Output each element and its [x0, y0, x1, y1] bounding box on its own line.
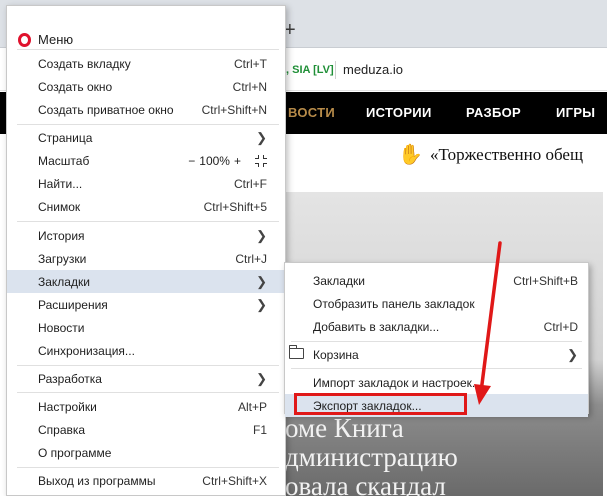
- submenu-item-trash[interactable]: Корзина ❯: [285, 343, 588, 366]
- annotation-highlight-box: [294, 393, 467, 415]
- chevron-right-icon: ❯: [256, 370, 267, 386]
- shortcut-label: Ctrl+Shift+N: [201, 102, 267, 117]
- menu-item-snapshot[interactable]: Снимок Ctrl+Shift+5: [7, 195, 285, 218]
- raised-hand-icon: ✋: [398, 144, 423, 166]
- zoom-controls: − 100% +: [188, 154, 267, 168]
- zoom-out-button[interactable]: −: [188, 154, 195, 168]
- submenu-item-import-bookmarks[interactable]: Импорт закладок и настроек...: [285, 371, 588, 394]
- menu-item-exit[interactable]: Выход из программы Ctrl+Shift+X: [7, 469, 285, 492]
- shortcut-label: Ctrl+T: [234, 56, 267, 71]
- chevron-right-icon: ❯: [256, 129, 267, 145]
- menu-item-about[interactable]: О программе: [7, 441, 285, 464]
- bookmarks-submenu: Закладки Ctrl+Shift+B Отобразить панель …: [284, 262, 589, 417]
- shortcut-label: Ctrl+J: [235, 251, 267, 266]
- menu-item-bookmarks[interactable]: Закладки ❯: [7, 270, 285, 293]
- submenu-item-show-bookmarks-bar[interactable]: Отобразить панель закладок: [285, 292, 588, 315]
- chevron-right-icon: ❯: [256, 273, 267, 289]
- hero-title-line: оме Книга: [285, 413, 404, 443]
- menu-item-help[interactable]: Справка F1: [7, 418, 285, 441]
- address-divider: [335, 61, 336, 79]
- zoom-in-button[interactable]: +: [234, 154, 241, 168]
- fullscreen-icon[interactable]: [255, 154, 267, 167]
- submenu-item-bookmarks[interactable]: Закладки Ctrl+Shift+B: [285, 269, 588, 292]
- menu-separator: [17, 221, 279, 222]
- chevron-right-icon: ❯: [567, 346, 578, 362]
- folder-icon: [288, 345, 304, 359]
- submenu-separator: [291, 341, 582, 342]
- chevron-right-icon: ❯: [256, 227, 267, 243]
- menu-separator: [17, 392, 279, 393]
- menu-item-zoom: Масштаб − 100% +: [7, 149, 285, 172]
- chevron-right-icon: ❯: [256, 296, 267, 312]
- shortcut-label: Ctrl+N: [232, 79, 267, 94]
- menu-item-history[interactable]: История ❯: [7, 224, 285, 247]
- hero-title-line: дминистрацию: [285, 442, 458, 472]
- zoom-level: 100%: [199, 153, 230, 168]
- menu-separator: [17, 124, 279, 125]
- menu-item-find[interactable]: Найти... Ctrl+F: [7, 172, 285, 195]
- menu-item-new-private-window[interactable]: Создать приватное окно Ctrl+Shift+N: [7, 98, 285, 121]
- nav-analysis-link[interactable]: РАЗБОР: [466, 105, 521, 120]
- shortcut-label: F1: [252, 422, 267, 437]
- submenu-separator: [291, 368, 582, 369]
- menu-item-page[interactable]: Страница ❯: [7, 126, 285, 149]
- shortcut-label: Alt+P: [237, 399, 267, 414]
- shortcut-label: Ctrl+F: [234, 176, 267, 191]
- menu-item-sync[interactable]: Синхронизация...: [7, 339, 285, 362]
- menu-item-news[interactable]: Новости: [7, 316, 285, 339]
- shortcut-label: Ctrl+Shift+5: [203, 199, 267, 214]
- nav-news-link[interactable]: ВОСТИ: [288, 105, 335, 120]
- certificate-label[interactable]: , SIA [LV]: [286, 64, 334, 76]
- menu-item-extensions[interactable]: Расширения ❯: [7, 293, 285, 316]
- hero-title-line: овала скандал: [285, 471, 446, 496]
- nav-stories-link[interactable]: ИСТОРИИ: [366, 105, 432, 120]
- submenu-item-add-bookmark[interactable]: Добавить в закладки... Ctrl+D: [285, 315, 588, 338]
- menu-separator: [17, 365, 279, 366]
- menu-item-new-window[interactable]: Создать окно Ctrl+N: [7, 75, 285, 98]
- hero-title: оме Книга дминистрацию овала скандал: [285, 414, 607, 496]
- menu-item-downloads[interactable]: Загрузки Ctrl+J: [7, 247, 285, 270]
- url-text[interactable]: meduza.io: [343, 62, 403, 77]
- opera-logo-icon: [18, 33, 31, 47]
- menu-title: Меню: [38, 32, 74, 47]
- shortcut-label: Ctrl+Shift+X: [202, 473, 267, 488]
- headline-text[interactable]: «Торжественно обещ: [430, 145, 583, 165]
- menu-separator: [17, 49, 279, 50]
- menu-item-developer[interactable]: Разработка ❯: [7, 367, 285, 390]
- menu-separator: [17, 467, 279, 468]
- shortcut-label: Ctrl+D: [543, 319, 578, 334]
- nav-games-link[interactable]: ИГРЫ: [556, 105, 595, 120]
- shortcut-label: Ctrl+Shift+B: [513, 273, 578, 288]
- main-menu: Меню Создать вкладку Ctrl+T Создать окно…: [6, 5, 286, 496]
- menu-item-new-tab[interactable]: Создать вкладку Ctrl+T: [7, 52, 285, 75]
- menu-item-settings[interactable]: Настройки Alt+P: [7, 395, 285, 418]
